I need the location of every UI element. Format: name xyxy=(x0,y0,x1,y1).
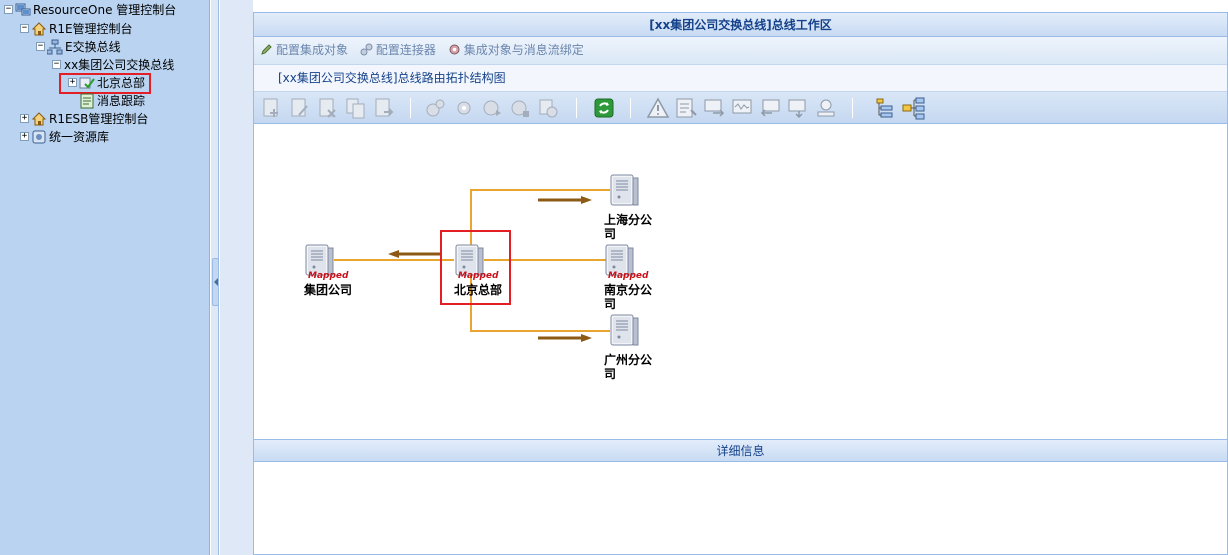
collapse-toggle-icon[interactable]: − xyxy=(20,24,29,33)
document-trace-icon xyxy=(80,93,94,109)
tree-item-r1e-console[interactable]: − R1E管理控制台 xyxy=(0,20,200,38)
node-shanghai-server-icon[interactable] xyxy=(610,174,639,206)
mapped-badge: Mapped xyxy=(458,271,499,281)
detail-info-panel xyxy=(254,462,1227,542)
copy-doc-icon[interactable] xyxy=(344,96,368,120)
toolbar-separator xyxy=(852,98,853,118)
report-icon[interactable] xyxy=(674,96,698,120)
detail-info-header: 详细信息 xyxy=(254,440,1227,462)
warning-icon[interactable] xyxy=(646,96,670,120)
topology-canvas[interactable]: Mapped Mapped Mapped 集团公司 北京总部 上海分公司 南京分… xyxy=(254,124,1227,440)
tree-item-xx-bus[interactable]: − xx集团公司交换总线 xyxy=(0,56,200,74)
network-computer-icon xyxy=(15,3,31,16)
bind-message-flow-button[interactable]: 集成对象与消息流绑定 xyxy=(448,37,584,63)
export-doc-icon[interactable] xyxy=(372,96,396,120)
collapse-toggle-icon[interactable]: − xyxy=(36,42,45,51)
tree-item-r1esb-console[interactable]: + R1ESB管理控制台 xyxy=(0,110,200,128)
tree-item-label: E交换总线 xyxy=(65,40,121,54)
node-guangzhou-server-icon[interactable] xyxy=(610,314,639,346)
tree-item-resourceone[interactable]: − ResourceOne 管理控制台 xyxy=(0,1,200,19)
tree-item-label: R1ESB管理控制台 xyxy=(49,112,149,126)
tree-list-icon[interactable] xyxy=(872,96,896,120)
node-label-group: 集团公司 xyxy=(304,283,353,297)
toolbar-separator xyxy=(576,98,577,118)
monitor-wave-icon[interactable] xyxy=(730,96,754,120)
tree-item-label: ResourceOne 管理控制台 xyxy=(33,3,177,17)
gears-icon[interactable] xyxy=(424,96,448,120)
node-label-beijing: 北京总部 xyxy=(454,283,503,297)
expand-toggle-icon[interactable]: + xyxy=(20,114,29,123)
tree-item-label: 消息跟踪 xyxy=(97,94,146,108)
node-label-nanjing: 南京分公司 xyxy=(604,283,653,311)
gear-icon xyxy=(449,44,460,55)
panel-title: [xx集团公司交换总线]总线工作区 xyxy=(254,13,1227,37)
tree-item-e-bus[interactable]: − E交换总线 xyxy=(0,38,200,56)
topology-graph xyxy=(305,174,639,346)
selection-highlight-box xyxy=(59,73,151,94)
configure-integration-object-button[interactable]: 配置集成对象 xyxy=(260,37,348,63)
collapse-sidebar-handle[interactable] xyxy=(212,258,219,306)
tree-item-resource-library[interactable]: + 统一资源库 xyxy=(0,128,200,146)
refresh-icon[interactable] xyxy=(592,96,616,120)
configure-connector-button[interactable]: 配置连接器 xyxy=(360,37,436,63)
toolbar-separator xyxy=(410,98,411,118)
edit-doc-icon[interactable] xyxy=(288,96,312,120)
expand-toggle-icon[interactable]: + xyxy=(20,132,29,141)
gear-settings-icon[interactable] xyxy=(536,96,560,120)
link-beijing-shanghai xyxy=(470,189,610,246)
node-label-shanghai: 上海分公司 xyxy=(604,213,653,241)
home-icon xyxy=(31,112,47,126)
tree-item-label: 统一资源库 xyxy=(49,130,110,144)
action-bar: 配置集成对象 配置连接器 集成对象与消息流绑定 xyxy=(254,37,1227,65)
sidebar-tree: − ResourceOne 管理控制台 − R1E管理控制台 − E交换总线 −… xyxy=(0,0,210,555)
home-icon xyxy=(31,22,47,36)
node-label-guangzhou: 广州分公司 xyxy=(604,353,653,381)
topology-toolbar xyxy=(254,92,1227,124)
toolbar-separator xyxy=(630,98,631,118)
delete-doc-icon[interactable] xyxy=(316,96,340,120)
bus-workspace-panel: [xx集团公司交换总线]总线工作区 配置集成对象 配置连接器 集成对象与消息流绑… xyxy=(253,12,1228,555)
gear-run-icon[interactable] xyxy=(480,96,504,120)
gear-small-icon[interactable] xyxy=(452,96,476,120)
connector-icon xyxy=(360,43,373,56)
topology-subtitle: [xx集团公司交换总线]总线路由拓扑结构图 xyxy=(254,65,1227,92)
gear-stop-icon[interactable] xyxy=(508,96,532,120)
mapped-badge: Mapped xyxy=(308,271,349,281)
monitor-out-icon[interactable] xyxy=(786,96,810,120)
layout-gap xyxy=(220,0,253,555)
tree-diagram-icon[interactable] xyxy=(902,96,926,120)
tree-item-label: R1E管理控制台 xyxy=(49,22,133,36)
database-icon xyxy=(32,130,46,144)
node-config-icon[interactable] xyxy=(814,96,838,120)
mapped-badge: Mapped xyxy=(608,271,649,281)
add-doc-icon[interactable] xyxy=(260,96,284,120)
tree-item-label: xx集团公司交换总线 xyxy=(64,58,175,72)
collapse-toggle-icon[interactable]: − xyxy=(52,60,61,69)
tree-item-message-trace[interactable]: 消息跟踪 xyxy=(0,92,200,110)
pencil-icon xyxy=(261,44,272,55)
monitor-back-icon[interactable] xyxy=(758,96,782,120)
collapse-toggle-icon[interactable]: − xyxy=(4,5,13,14)
bus-network-icon xyxy=(47,39,63,55)
monitor-in-icon[interactable] xyxy=(702,96,726,120)
